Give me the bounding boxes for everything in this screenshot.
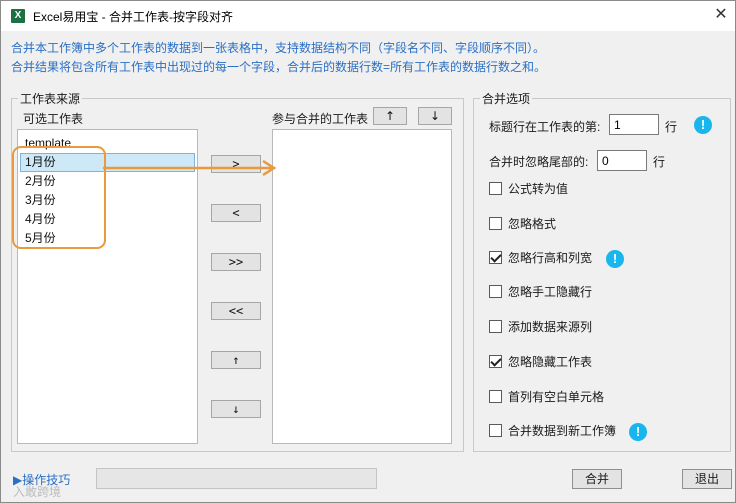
ignore-tail-label: 合并时忽略尾部的: [489, 155, 589, 169]
info-icon[interactable]: ! [629, 423, 647, 441]
add-all-button[interactable]: >> [211, 253, 261, 271]
checkbox[interactable] [489, 424, 502, 437]
option-ignore-row-height[interactable]: 忽略行高和列宽 [489, 250, 592, 268]
checkbox[interactable] [489, 182, 502, 195]
options-group-legend: 合并选项 [482, 92, 531, 106]
close-icon[interactable]: ✕ [711, 5, 731, 25]
checkbox-checked[interactable] [489, 355, 502, 368]
highlight-annotation [12, 146, 106, 249]
ignore-tail-input[interactable] [597, 150, 647, 171]
ignore-tail-unit: 行 [653, 155, 666, 169]
order-up-button[interactable]: ↑ [373, 107, 407, 125]
arrow-annotation [103, 159, 277, 177]
option-ignore-format[interactable]: 忽略格式 [489, 216, 556, 234]
selected-sheets-label: 参与合并的工作表 [272, 112, 369, 126]
option-formula-to-value[interactable]: 公式转为值 [489, 181, 568, 199]
header-row-label: 标题行在工作表的第: [489, 120, 601, 134]
checkbox[interactable] [489, 390, 502, 403]
intro-line-2: 合并结果将包含所有工作表中出现过的每一个字段，合并后的数据行数=所有工作表的数据… [11, 60, 547, 74]
selected-sheets-list[interactable] [272, 129, 452, 444]
option-ignore-hidden-sheets[interactable]: 忽略隐藏工作表 [489, 354, 592, 372]
info-icon[interactable]: ! [694, 116, 712, 134]
checkbox[interactable] [489, 320, 502, 333]
exit-button[interactable]: 退出 [682, 469, 732, 489]
option-add-source-column[interactable]: 添加数据来源列 [489, 319, 592, 337]
order-down-button[interactable]: ↓ [418, 107, 452, 125]
checkbox-label: 忽略隐藏工作表 [508, 355, 593, 369]
option-first-column-blank[interactable]: 首列有空白单元格 [489, 389, 604, 407]
intro-line-1: 合并本工作簿中多个工作表的数据到一张表格中，支持数据结构不同（字段名不同、字段顺… [11, 41, 546, 55]
info-icon[interactable]: ! [606, 250, 624, 268]
checkbox-label: 忽略手工隐藏行 [508, 285, 593, 299]
title-bar: X Excel易用宝 - 合并工作表-按字段对齐 ✕ [1, 1, 735, 31]
remove-all-button[interactable]: << [211, 302, 261, 320]
available-sheets-label: 可选工作表 [23, 112, 84, 126]
checkbox-label: 公式转为值 [508, 182, 569, 196]
option-ignore-hidden-rows[interactable]: 忽略手工隐藏行 [489, 284, 592, 302]
excel-app-icon: X [11, 9, 25, 23]
progress-bar [96, 468, 377, 489]
header-row-unit: 行 [665, 120, 678, 134]
watermark-text: 入敢跨境 [13, 485, 62, 499]
checkbox-checked[interactable] [489, 251, 502, 264]
option-merge-to-new-workbook[interactable]: 合并数据到新工作簿 [489, 423, 616, 441]
checkbox[interactable] [489, 285, 502, 298]
source-group-legend: 工作表来源 [20, 92, 81, 106]
dialog-window: X Excel易用宝 - 合并工作表-按字段对齐 ✕ 合并本工作簿中多个工作表的… [0, 0, 736, 503]
window-title: Excel易用宝 - 合并工作表-按字段对齐 [33, 10, 234, 24]
checkbox-label: 忽略格式 [508, 217, 557, 231]
header-row-input[interactable] [609, 114, 659, 135]
checkbox-label: 忽略行高和列宽 [508, 251, 593, 265]
checkbox-label: 添加数据来源列 [508, 320, 593, 334]
move-up-button[interactable]: ↑ [211, 351, 261, 369]
move-down-button[interactable]: ↓ [211, 400, 261, 418]
checkbox-label: 首列有空白单元格 [508, 390, 605, 404]
checkbox[interactable] [489, 217, 502, 230]
remove-button[interactable]: < [211, 204, 261, 222]
merge-button[interactable]: 合并 [572, 469, 622, 489]
checkbox-label: 合并数据到新工作簿 [508, 424, 617, 438]
